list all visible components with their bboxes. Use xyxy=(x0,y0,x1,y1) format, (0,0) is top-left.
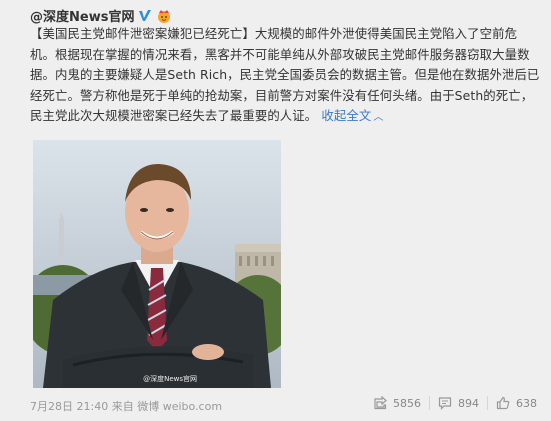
repost-icon xyxy=(373,395,387,410)
chevron-up-icon: ︿ xyxy=(373,112,384,123)
post-footer: 7月28日 21:40 来自 微博 weibo.com 5856 894 638 xyxy=(30,395,545,416)
post-timestamp[interactable]: 7月28日 21:40 xyxy=(30,400,108,413)
vip-crown-icon[interactable] xyxy=(156,9,172,23)
like-count: 638 xyxy=(516,396,537,410)
from-label: 来自 xyxy=(111,400,134,413)
collapse-button[interactable]: 收起全文 ︿ xyxy=(321,108,383,123)
weibo-post: @深度News官网 【美国民主党邮件泄密案嫌犯已经死亡】大规模的邮件外泄使得美国… xyxy=(0,0,551,421)
thumbs-up-icon xyxy=(496,396,510,410)
portrait-illustration xyxy=(33,140,281,388)
repost-button[interactable]: 5856 xyxy=(365,395,429,410)
post-text: 【美国民主党邮件泄密案嫌犯已经死亡】大规模的邮件外泄使得美国民主党陷入了空前危机… xyxy=(30,24,542,129)
like-button[interactable]: 638 xyxy=(488,396,545,410)
comment-count: 894 xyxy=(458,396,479,410)
repost-count: 5856 xyxy=(393,396,421,410)
post-image[interactable]: @深度News官网 xyxy=(33,140,281,388)
image-watermark: @深度News官网 xyxy=(143,375,197,383)
post-author: @深度News官网 xyxy=(30,6,172,25)
collapse-label: 收起全文 xyxy=(321,108,372,123)
comment-icon xyxy=(438,396,452,410)
author-name[interactable]: @深度News官网 xyxy=(30,6,134,25)
post-actions: 5856 894 638 xyxy=(365,395,545,410)
post-source[interactable]: 微博 weibo.com xyxy=(137,400,222,413)
post-body: 【美国民主党邮件泄密案嫌犯已经死亡】大规模的邮件外泄使得美国民主党陷入了空前危机… xyxy=(30,26,540,123)
comment-button[interactable]: 894 xyxy=(430,396,487,410)
verified-v-icon xyxy=(138,9,152,23)
post-meta: 7月28日 21:40 来自 微博 weibo.com xyxy=(30,398,222,414)
